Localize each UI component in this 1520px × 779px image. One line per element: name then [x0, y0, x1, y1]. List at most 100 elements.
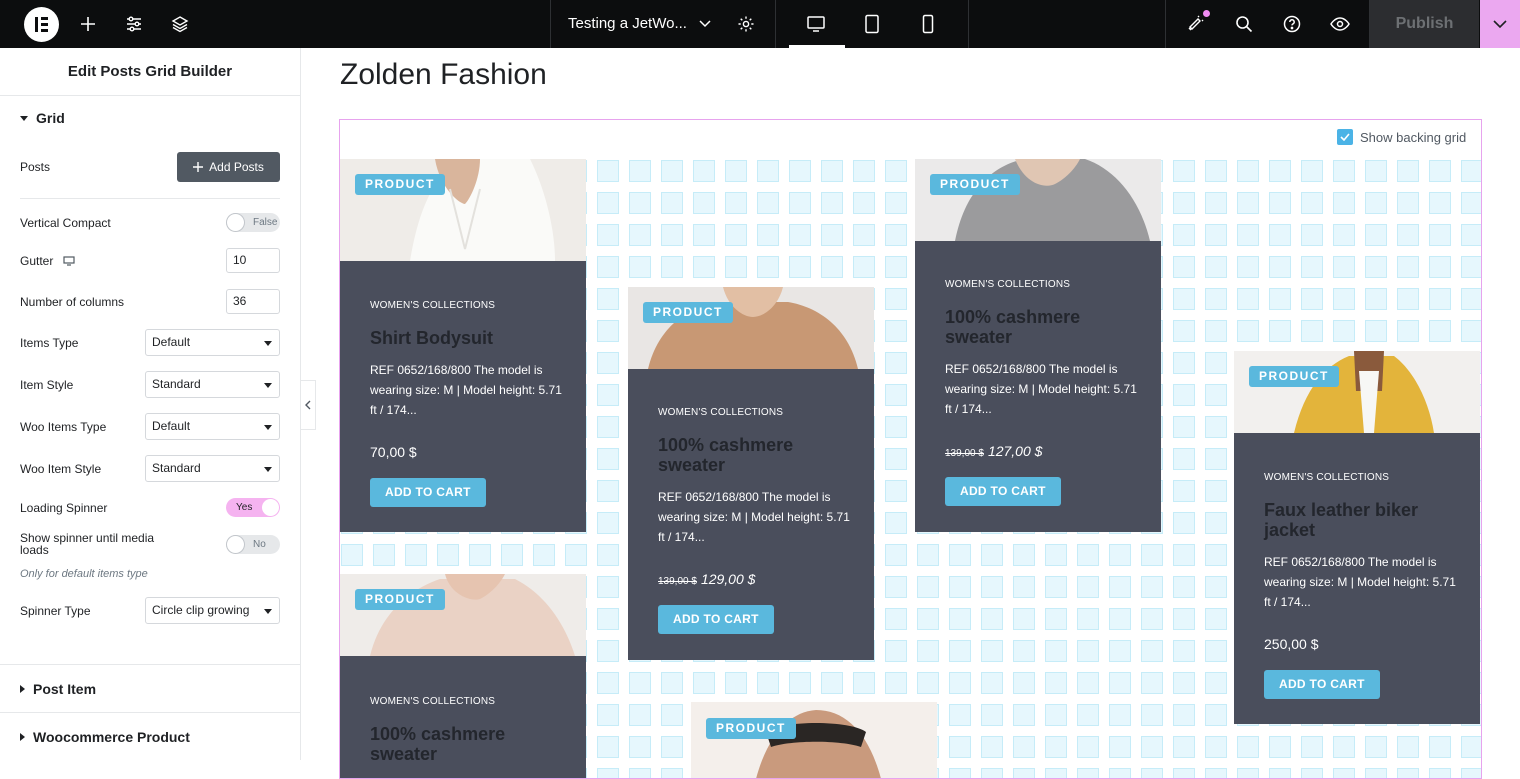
product-image[interactable]: [691, 702, 937, 778]
product-card[interactable]: PRODUCT WOMEN'S COLLECTIONS 100% cashmer…: [915, 159, 1161, 532]
backing-grid-cell: [1461, 224, 1481, 246]
product-image[interactable]: [340, 574, 586, 656]
backing-grid-cell: [789, 256, 811, 278]
backing-grid-cell: [1141, 640, 1163, 662]
publish-button[interactable]: Publish: [1370, 0, 1479, 48]
backing-grid-cell: [405, 544, 427, 566]
search-icon[interactable]: [1232, 0, 1256, 48]
backing-grid-cell: [1365, 256, 1387, 278]
backing-grid-cell: [1173, 480, 1195, 502]
backing-grid-cell: [1077, 544, 1099, 566]
backing-grid-cell: [1173, 352, 1195, 374]
responsive-desktop-icon[interactable]: [63, 256, 75, 266]
editor-panel: Edit Posts Grid Builder Grid Posts Add P…: [0, 48, 301, 760]
item-style-select[interactable]: Standard: [145, 371, 280, 398]
woo-items-type-select[interactable]: Default: [145, 413, 280, 440]
product-image[interactable]: [915, 159, 1161, 241]
add-to-cart-button[interactable]: ADD TO CART: [658, 605, 774, 634]
woo-item-style-select[interactable]: Standard: [145, 455, 280, 482]
product-title[interactable]: Faux leather biker jacket: [1264, 500, 1464, 540]
product-card[interactable]: PRODUCT WOMEN'S COLLECTIONS Faux leather…: [1234, 351, 1480, 724]
product-image[interactable]: [628, 287, 874, 369]
preview-eye-icon[interactable]: [1328, 0, 1352, 48]
gutter-label: Gutter: [20, 254, 75, 268]
mobile-view-icon[interactable]: [916, 0, 940, 48]
backing-grid-cell: [1045, 640, 1067, 662]
backing-grid-cell: [885, 288, 907, 310]
backing-grid-cell: [373, 544, 395, 566]
backing-grid-cell: [1205, 288, 1227, 310]
backing-grid-cell: [1173, 544, 1195, 566]
backing-grid-cell: [1077, 640, 1099, 662]
chevron-down-icon[interactable]: [697, 0, 713, 48]
backing-grid-cell: [1205, 544, 1227, 566]
product-card[interactable]: PRODUCT WOMEN'S COLLECTIONS 100% cashmer…: [340, 574, 586, 778]
backing-grid-cell: [949, 736, 971, 758]
show-backing-grid-checkbox[interactable]: Show backing grid: [1337, 129, 1467, 145]
product-title[interactable]: 100% cashmere sweater: [658, 435, 858, 475]
backing-grid-cell: [1333, 256, 1355, 278]
product-image[interactable]: [1234, 351, 1480, 433]
add-to-cart-button[interactable]: ADD TO CART: [1264, 670, 1380, 699]
add-to-cart-button[interactable]: ADD TO CART: [370, 478, 486, 507]
publish-options-chevron-icon[interactable]: [1480, 0, 1520, 48]
product-card[interactable]: PRODUCT: [691, 702, 937, 778]
product-card[interactable]: PRODUCT WOMEN'S COLLECTIONS 100% cashmer…: [628, 287, 874, 660]
document-title[interactable]: Testing a JetWo...: [568, 0, 687, 48]
backing-grid-cell: [1173, 160, 1195, 182]
backing-grid-cell: [1141, 768, 1163, 778]
page-settings-gear-icon[interactable]: [734, 0, 758, 48]
backing-grid-cell: [949, 672, 971, 694]
section-woocommerce-product[interactable]: Woocommerce Product: [20, 729, 190, 745]
backing-grid-cell: [1045, 576, 1067, 598]
backing-grid-cell: [1397, 736, 1419, 758]
backing-grid-cell: [949, 608, 971, 630]
items-type-select[interactable]: Default: [145, 329, 280, 356]
desktop-view-icon[interactable]: [804, 0, 828, 48]
backing-grid-cell: [661, 704, 683, 726]
backing-grid-cell: [1301, 768, 1323, 778]
elementor-logo-icon[interactable]: [24, 7, 59, 42]
product-title[interactable]: 100% cashmere sweater: [945, 307, 1145, 347]
spinner-media-toggle[interactable]: No: [226, 535, 280, 554]
backing-grid-cell: [789, 672, 811, 694]
help-icon[interactable]: [1280, 0, 1304, 48]
backing-grid-cell: [885, 224, 907, 246]
backing-grid-cell: [1333, 192, 1355, 214]
site-settings-icon[interactable]: [122, 0, 146, 48]
spinner-type-select[interactable]: Circle clip growing: [145, 597, 280, 624]
gutter-input[interactable]: 10: [226, 248, 280, 273]
backing-grid-cell: [1301, 320, 1323, 342]
backing-grid-cell: [1205, 576, 1227, 598]
loading-spinner-toggle[interactable]: Yes: [226, 498, 280, 517]
vertical-compact-toggle[interactable]: False: [226, 213, 280, 232]
backing-grid-cell: [1045, 704, 1067, 726]
backing-grid-cell: [629, 160, 651, 182]
columns-input[interactable]: 36: [226, 289, 280, 314]
items-type-label: Items Type: [20, 336, 79, 350]
structure-layers-icon[interactable]: [168, 0, 192, 48]
divider: [20, 198, 280, 199]
product-title[interactable]: Shirt Bodysuit: [370, 328, 570, 348]
backing-grid-cell: [629, 768, 651, 778]
backing-grid-cell: [1365, 224, 1387, 246]
section-grid[interactable]: Grid: [20, 110, 65, 126]
backing-grid-cell: [661, 768, 683, 778]
woo-items-type-label: Woo Items Type: [20, 420, 107, 434]
collapse-panel-button[interactable]: [301, 380, 316, 430]
add-to-cart-button[interactable]: ADD TO CART: [945, 477, 1061, 506]
section-post-item[interactable]: Post Item: [20, 681, 96, 697]
backing-grid-cell: [1301, 224, 1323, 246]
backing-grid-cell: [917, 608, 939, 630]
backing-grid-cell: [757, 256, 779, 278]
product-title[interactable]: 100% cashmere sweater: [370, 724, 570, 764]
add-posts-button[interactable]: Add Posts: [177, 152, 280, 182]
tablet-view-icon[interactable]: [860, 0, 884, 48]
backing-grid-cell: [725, 224, 747, 246]
product-card[interactable]: PRODUCT WOMEN'S COLLECTIONS Shirt Bodysu…: [340, 159, 586, 532]
backing-grid-cell: [1173, 416, 1195, 438]
add-element-icon[interactable]: [76, 0, 100, 48]
backing-grid-cell: [1205, 768, 1227, 778]
notifications-icon[interactable]: [1184, 0, 1208, 48]
page-title: Zolden Fashion: [340, 58, 547, 91]
